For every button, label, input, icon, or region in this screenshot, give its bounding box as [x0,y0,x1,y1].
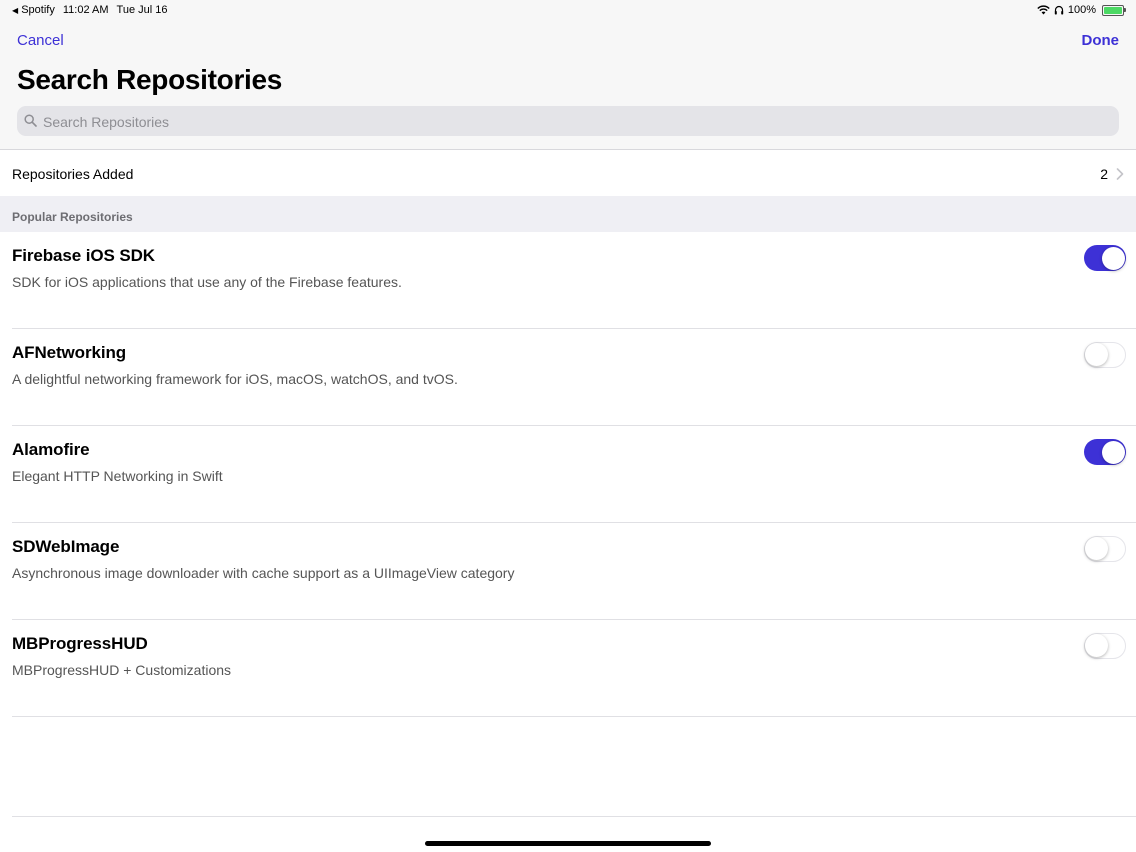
repository-description: Elegant HTTP Networking in Swift [12,468,223,484]
status-date: Tue Jul 16 [116,4,168,16]
cancel-button[interactable]: Cancel [17,32,64,49]
headphones-icon [1054,5,1064,15]
repositories-added-row[interactable]: Repositories Added 2 [0,151,1136,196]
repository-description: Asynchronous image downloader with cache… [12,565,515,581]
repository-description: A delightful networking framework for iO… [12,371,458,387]
repository-name: Firebase iOS SDK [12,246,155,265]
toggle-knob [1085,537,1108,560]
back-arrow-icon: ◀ [12,6,19,15]
repository-toggle[interactable] [1084,633,1126,659]
repository-name: MBProgressHUD [12,634,148,653]
repository-row: AFNetworking A delightful networking fra… [0,329,1136,426]
search-icon [24,114,37,127]
search-bar[interactable] [17,106,1119,138]
wifi-icon [1037,5,1050,15]
status-left: ◀ Spotify 11:02 AM Tue Jul 16 [12,4,168,16]
toggle-knob [1101,246,1125,270]
chevron-right-icon [1116,168,1124,180]
divider [12,816,1136,817]
back-to-app-link[interactable]: ◀ Spotify [12,4,55,16]
search-input[interactable] [41,106,1105,138]
battery-percent: 100% [1067,4,1096,16]
repository-row: Firebase iOS SDK SDK for iOS application… [0,232,1136,329]
repository-row: SDWebImage Asynchronous image downloader… [0,523,1136,620]
back-app-label: Spotify [21,4,55,16]
status-bar: ◀ Spotify 11:02 AM Tue Jul 16 100% [0,0,1136,20]
repository-description: MBProgressHUD + Customizations [12,662,232,678]
repository-name: Alamofire [12,440,90,459]
status-time: 11:02 AM [62,4,109,16]
repository-description: SDK for iOS applications that use any of… [12,274,402,290]
header: Cancel Done Search Repositories [0,20,1136,150]
repository-list: Firebase iOS SDK SDK for iOS application… [0,232,1136,717]
repository-row: Alamofire Elegant HTTP Networking in Swi… [0,426,1136,523]
toggle-knob [1085,343,1108,366]
home-indicator[interactable] [425,841,711,846]
repositories-added-count: 2 [1100,166,1108,182]
repository-name: AFNetworking [12,343,127,362]
repository-toggle[interactable] [1084,342,1126,368]
toggle-knob [1101,440,1125,464]
repository-toggle[interactable] [1084,245,1126,271]
section-label: Popular Repositories [12,210,133,224]
repository-toggle[interactable] [1084,439,1126,465]
section-header: Popular Repositories [0,196,1136,232]
repository-row: MBProgressHUD MBProgressHUD + Customizat… [0,620,1136,717]
screen: ◀ Spotify 11:02 AM Tue Jul 16 100% Cance… [0,0,1136,852]
repository-toggle[interactable] [1084,536,1126,562]
battery-icon [1102,4,1126,16]
page-title: Search Repositories [17,64,283,95]
status-right: 100% [1037,4,1126,16]
repository-name: SDWebImage [12,537,120,556]
repositories-added-label: Repositories Added [12,166,134,182]
toggle-knob [1085,634,1108,657]
done-button[interactable]: Done [1082,32,1120,49]
